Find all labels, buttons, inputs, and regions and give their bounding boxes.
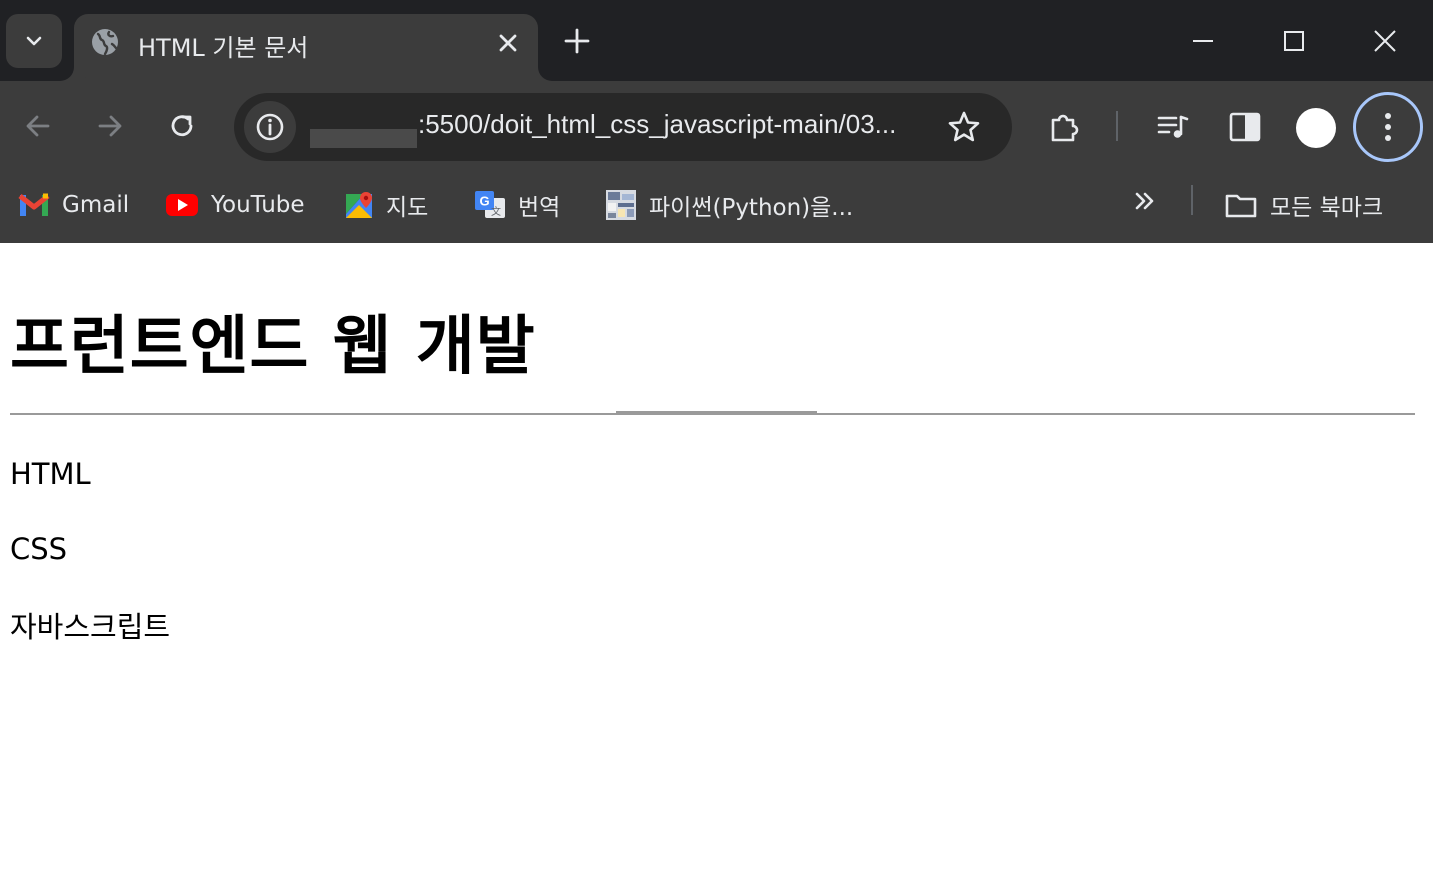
bookmarks-separator xyxy=(1191,185,1193,215)
page-title: 프런트엔드 웹 개발 xyxy=(10,310,536,384)
new-tab-icon[interactable] xyxy=(562,26,592,56)
more-vertical-icon xyxy=(1385,113,1391,141)
svg-text:文: 文 xyxy=(491,205,501,218)
paragraph-css: CSS xyxy=(10,532,68,566)
minimize-icon[interactable] xyxy=(1186,24,1220,58)
chrome-menu-button[interactable] xyxy=(1353,92,1423,162)
bookmark-gmail[interactable]: Gmail xyxy=(18,185,129,225)
paragraph-html: HTML xyxy=(10,457,91,491)
reload-icon[interactable] xyxy=(164,108,200,144)
bookmark-label: 지도 xyxy=(386,195,429,221)
bookmark-youtube[interactable]: YouTube xyxy=(165,185,305,225)
profile-avatar[interactable] xyxy=(1296,108,1336,148)
maps-icon xyxy=(346,192,372,218)
url-redacted-host xyxy=(310,129,417,148)
all-bookmarks-button[interactable]: 모든 북마크 xyxy=(1224,185,1383,225)
media-controls-icon[interactable] xyxy=(1154,108,1192,146)
bookmark-label: YouTube xyxy=(211,192,305,218)
site-info-button[interactable] xyxy=(244,101,296,153)
window-close-icon[interactable] xyxy=(1368,24,1402,58)
horizontal-rule-highlight xyxy=(616,411,817,414)
back-arrow-icon[interactable] xyxy=(20,108,56,144)
bookmark-label: 파이썬(Python)을... xyxy=(649,195,854,221)
python-favicon xyxy=(606,190,636,220)
tab-strip: HTML 기본 문서 xyxy=(0,0,1433,81)
page-viewport: 프런트엔드 웹 개발 HTML CSS 자바스크립트 xyxy=(0,243,1433,880)
paragraph-javascript: 자바스크립트 xyxy=(10,610,171,644)
folder-icon xyxy=(1225,194,1257,218)
url-text[interactable]: :5500/doit_html_css_javascript-main/03..… xyxy=(418,109,934,140)
tab-search-button[interactable] xyxy=(6,14,62,68)
bookmark-label: Gmail xyxy=(62,192,130,218)
gmail-icon xyxy=(18,193,50,216)
bookmark-python[interactable]: 파이썬(Python)을... xyxy=(605,185,853,225)
toolbar-separator xyxy=(1116,111,1118,141)
extensions-puzzle-icon[interactable] xyxy=(1046,108,1084,146)
chevron-double-right-icon[interactable] xyxy=(1130,186,1160,216)
forward-arrow-icon[interactable] xyxy=(92,108,128,144)
translate-icon: G 文 xyxy=(475,191,505,218)
close-tab-icon[interactable] xyxy=(494,29,522,57)
bookmark-star-icon[interactable] xyxy=(946,109,982,145)
bookmarks-bar: Gmail YouTube 지도 G 文 번역 파이썬(Python)을... … xyxy=(0,173,1433,243)
bookmark-translate[interactable]: G 文 번역 xyxy=(474,185,560,225)
address-bar[interactable]: :5500/doit_html_css_javascript-main/03..… xyxy=(234,93,1012,161)
browser-toolbar: :5500/doit_html_css_javascript-main/03..… xyxy=(0,81,1433,173)
active-tab[interactable]: HTML 기본 문서 xyxy=(74,14,538,81)
globe-icon xyxy=(92,29,118,56)
chevron-down-icon xyxy=(26,36,42,46)
bookmark-label: 번역 xyxy=(518,195,561,221)
info-icon xyxy=(256,113,284,141)
all-bookmarks-label: 모든 북마크 xyxy=(1270,195,1384,221)
tab-title: HTML 기본 문서 xyxy=(138,34,309,62)
maximize-icon[interactable] xyxy=(1277,24,1311,58)
side-panel-icon[interactable] xyxy=(1226,108,1264,146)
svg-text:G: G xyxy=(479,194,489,209)
youtube-icon xyxy=(166,194,198,216)
bookmark-maps[interactable]: 지도 xyxy=(344,185,428,225)
